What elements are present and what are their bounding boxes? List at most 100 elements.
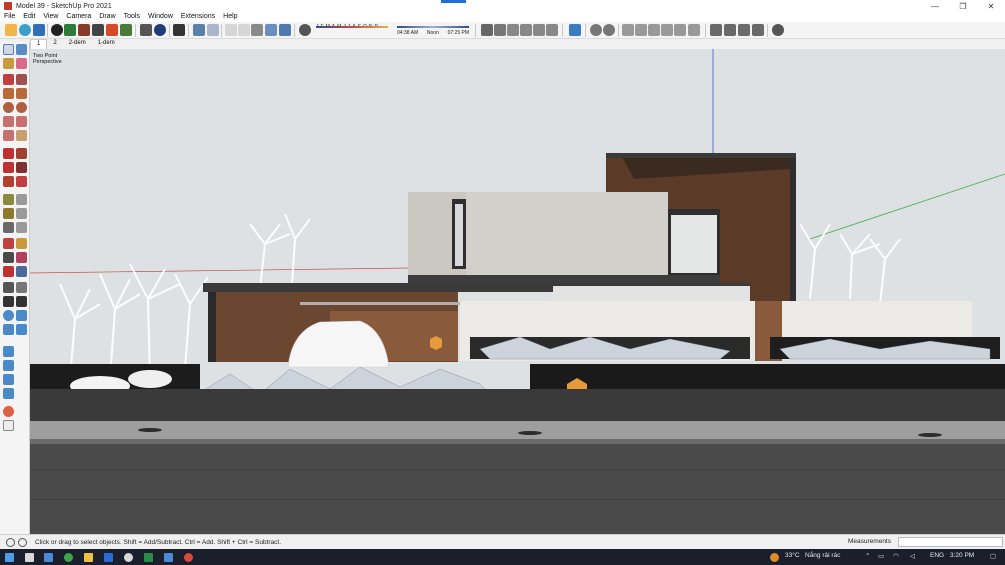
clock[interactable]: 3:20 PM	[950, 552, 974, 559]
menu-file[interactable]: File	[0, 12, 19, 22]
look-around-icon[interactable]	[16, 282, 27, 293]
maximize-button[interactable]: ❐	[949, 0, 977, 12]
stop-icon[interactable]	[106, 24, 118, 36]
volume-icon[interactable]: ◁	[910, 552, 915, 560]
line-icon[interactable]	[3, 74, 14, 85]
gear-icon[interactable]	[120, 24, 132, 36]
wireframe-icon[interactable]	[251, 24, 263, 36]
push-pull-icon[interactable]	[16, 148, 27, 159]
flip-edge-icon[interactable]	[3, 374, 14, 385]
file-explorer-icon[interactable]	[84, 553, 93, 562]
section-plane-icon[interactable]	[590, 24, 602, 36]
camera-iso-icon[interactable]	[481, 24, 493, 36]
three-point-arc-icon[interactable]	[3, 130, 14, 141]
zoom-window-icon[interactable]	[661, 24, 673, 36]
menu-camera[interactable]: Camera	[62, 12, 95, 22]
make-component-icon[interactable]	[16, 44, 27, 55]
time-slider[interactable]	[397, 26, 469, 28]
smoove-icon[interactable]	[3, 324, 14, 335]
shaded-style-icon[interactable]	[193, 24, 205, 36]
xray-icon[interactable]	[225, 24, 237, 36]
menu-extensions[interactable]: Extensions	[177, 12, 219, 22]
stamp-icon[interactable]	[16, 324, 27, 335]
previous-view-icon[interactable]	[688, 24, 700, 36]
pie-icon[interactable]	[16, 130, 27, 141]
sandbox-scratch-icon[interactable]	[16, 310, 27, 321]
minimize-button[interactable]: —	[921, 0, 949, 12]
info-status-icon[interactable]	[18, 537, 27, 547]
eraser-icon[interactable]	[16, 58, 27, 69]
front-view-icon[interactable]	[507, 24, 519, 36]
warehouse-icon[interactable]	[33, 24, 45, 36]
right-view-icon[interactable]	[520, 24, 532, 36]
3d-text-icon[interactable]	[752, 24, 764, 36]
network-icon[interactable]: ▭	[878, 552, 884, 560]
menu-tools[interactable]: Tools	[120, 12, 144, 22]
language-indicator[interactable]: ENG	[930, 552, 944, 559]
protractor-icon[interactable]	[3, 208, 14, 219]
date-slider[interactable]	[316, 26, 388, 28]
text-tool-icon[interactable]	[16, 208, 27, 219]
zalo-icon[interactable]	[124, 553, 133, 562]
extension-tool-icon[interactable]	[3, 420, 14, 431]
offset-icon[interactable]	[16, 176, 27, 187]
scale-icon[interactable]	[3, 176, 14, 187]
backedges-icon[interactable]	[238, 24, 250, 36]
close-button[interactable]: ✕	[977, 0, 1005, 12]
scene-tab-1-dem[interactable]: 1-dem	[92, 39, 121, 49]
tape-measure-icon[interactable]	[3, 194, 14, 205]
wifi-icon[interactable]: ◠	[893, 552, 899, 560]
dimension-icon[interactable]	[710, 24, 722, 36]
section-display-icon[interactable]	[603, 24, 615, 36]
zoom-extents-icon[interactable]	[674, 24, 686, 36]
position-camera-icon[interactable]	[3, 282, 14, 293]
two-point-arc-icon[interactable]	[16, 116, 27, 127]
geo-status-icon[interactable]	[6, 537, 15, 547]
dimension-tool-icon[interactable]	[16, 194, 27, 205]
rotated-rectangle-icon[interactable]	[16, 88, 27, 99]
zoom-icon[interactable]	[648, 24, 660, 36]
tray-chevron-icon[interactable]: ⌃	[865, 552, 870, 560]
previous-tool-icon[interactable]	[16, 266, 27, 277]
axes-icon[interactable]	[738, 24, 750, 36]
hidden-line-icon[interactable]	[207, 24, 219, 36]
chrome-icon[interactable]	[64, 553, 73, 562]
start-icon[interactable]	[5, 553, 14, 562]
shadows-toggle-icon[interactable]	[299, 24, 311, 36]
search-icon[interactable]	[25, 553, 34, 562]
sandbox-from-contours-icon[interactable]	[3, 310, 14, 321]
menu-window[interactable]: Window	[144, 12, 177, 22]
axes-tool-icon[interactable]	[3, 222, 14, 233]
warehouse-tool-icon[interactable]	[3, 406, 14, 417]
refresh-icon[interactable]	[19, 24, 31, 36]
follow-me-icon[interactable]	[16, 162, 27, 173]
mail-icon[interactable]	[140, 24, 152, 36]
measurements-input[interactable]	[898, 537, 1003, 547]
rectangle-icon[interactable]	[3, 88, 14, 99]
extension-shield-icon[interactable]	[64, 24, 76, 36]
task-view-icon[interactable]	[44, 553, 53, 562]
rotate-icon[interactable]	[3, 162, 14, 173]
orbit-tool-icon[interactable]	[3, 238, 14, 249]
open-icon[interactable]	[5, 24, 17, 36]
zoom-tool-icon[interactable]	[3, 252, 14, 263]
add-location-icon[interactable]	[51, 24, 63, 36]
orbit-icon[interactable]	[622, 24, 634, 36]
sketchup-taskbar-icon[interactable]	[184, 553, 193, 562]
monochrome-icon[interactable]	[279, 24, 291, 36]
scene-tab-2[interactable]: 2	[47, 39, 62, 49]
checker-icon[interactable]	[92, 24, 104, 36]
polygon-icon[interactable]	[16, 102, 27, 113]
store-icon[interactable]	[104, 553, 113, 562]
info-icon[interactable]	[154, 24, 166, 36]
circle-icon[interactable]	[3, 102, 14, 113]
freehand-icon[interactable]	[16, 74, 27, 85]
menu-edit[interactable]: Edit	[19, 12, 39, 22]
text-icon[interactable]	[724, 24, 736, 36]
model-viewport[interactable]: Two Point Perspective	[30, 49, 1005, 534]
scene-tab-2-dem[interactable]: 2-dem	[63, 39, 92, 49]
scene-tab-1[interactable]: 1	[30, 39, 48, 49]
arc-icon[interactable]	[3, 116, 14, 127]
left-view-icon[interactable]	[546, 24, 558, 36]
menu-draw[interactable]: Draw	[95, 12, 119, 22]
